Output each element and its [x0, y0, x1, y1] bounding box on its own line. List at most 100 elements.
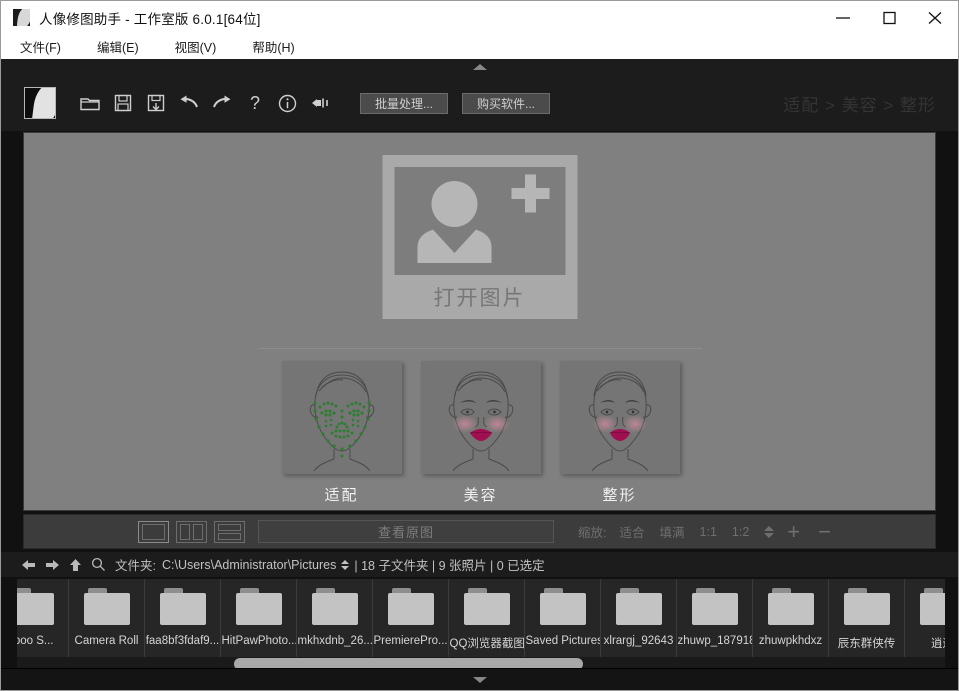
breadcrumb: 适配 > 美容 > 整形: [783, 91, 936, 116]
search-icon[interactable]: [91, 557, 106, 572]
collapse-bottom-button[interactable]: [1, 668, 958, 690]
folder-name: npoo S...: [17, 635, 54, 647]
list-item[interactable]: xlrargj_92643: [601, 579, 677, 657]
folder-icon: [768, 588, 814, 625]
folder-icon: [388, 588, 434, 625]
folder-name: mkhxdnb_26...: [298, 635, 372, 647]
folder-stats: | 18 子文件夹 | 9 张照片 | 0 已选定: [354, 555, 544, 574]
window-title: 人像修图助手 - 工作室版 6.0.1[64位]: [39, 8, 261, 28]
zoom-1to1-option[interactable]: 1:1: [700, 525, 717, 539]
zoom-1to2-option[interactable]: 1:2: [732, 525, 749, 539]
list-item[interactable]: zhuwp_187918: [677, 579, 753, 657]
title-bar: 人像修图助手 - 工作室版 6.0.1[64位]: [1, 1, 958, 34]
help-icon[interactable]: ?: [239, 87, 270, 119]
forward-icon[interactable]: [45, 559, 60, 571]
folder-name: HitPawPhoto...: [222, 635, 296, 647]
face-reshape-icon: [560, 361, 680, 474]
minimize-button[interactable]: [820, 1, 866, 34]
menu-item-help[interactable]: 帮助(H): [252, 37, 294, 56]
undo-icon[interactable]: [173, 87, 204, 119]
folder-name: 辰东群侠传: [838, 635, 896, 651]
save-as-icon[interactable]: [140, 87, 171, 119]
view-single-button[interactable]: [138, 521, 169, 543]
list-item[interactable]: HitPawPhoto...: [221, 579, 297, 657]
folder-icon: [692, 588, 738, 625]
plugin-icon[interactable]: [305, 87, 336, 119]
chevron-down-icon: [341, 566, 349, 570]
back-icon[interactable]: [21, 559, 36, 571]
chevron-up-icon: [341, 560, 349, 564]
view-toolbar: 查看原图 缩放: 适合 填满 1:1 1:2 + −: [23, 514, 936, 549]
list-item[interactable]: npoo S...: [17, 579, 69, 657]
batch-process-button[interactable]: 批量处理...: [360, 93, 448, 114]
zoom-fill-option[interactable]: 填满: [660, 522, 685, 541]
folder-strip[interactable]: npoo S... Camera Roll faa8bf3fdaf9... Hi…: [17, 579, 945, 657]
app-logo-icon: [13, 9, 30, 26]
person-plus-icon: [394, 167, 565, 275]
folder-icon: [84, 588, 130, 625]
up-icon[interactable]: [69, 558, 82, 572]
chevron-down-icon: [764, 533, 774, 538]
folder-icon: [236, 588, 282, 625]
application-window: 人像修图助手 - 工作室版 6.0.1[64位] 文件(F) 编辑(E) 视图(…: [0, 0, 959, 691]
zoom-out-button[interactable]: −: [818, 521, 831, 543]
maximize-button[interactable]: [866, 1, 912, 34]
app-logo-icon: [24, 87, 56, 119]
window-controls: [820, 1, 958, 34]
list-item[interactable]: zhuwpkhdxz: [753, 579, 829, 657]
folder-open-icon[interactable]: [74, 87, 105, 119]
folder-icon: [464, 588, 510, 625]
folder-name: PremierePro...: [374, 635, 448, 647]
folder-icon: [160, 588, 206, 625]
image-canvas[interactable]: 打开图片: [23, 132, 936, 511]
menu-item-view[interactable]: 视图(V): [175, 37, 217, 56]
folder-name: 逍遥: [931, 635, 945, 651]
folder-icon: [312, 588, 358, 625]
zoom-stepper[interactable]: [764, 526, 774, 538]
info-icon[interactable]: [272, 87, 303, 119]
list-item[interactable]: 逍遥: [905, 579, 945, 657]
menu-item-file[interactable]: 文件(F): [20, 37, 61, 56]
view-horizontal-split-button[interactable]: [214, 521, 245, 543]
feature-reshape[interactable]: 整形: [560, 361, 680, 505]
folder-icon: [616, 588, 662, 625]
list-item[interactable]: Saved Pictures: [525, 579, 601, 657]
folder-icon: [920, 588, 946, 625]
folder-name: QQ浏览器截图: [450, 635, 524, 651]
folder-icon: [844, 588, 890, 625]
list-item[interactable]: PremierePro...: [373, 579, 449, 657]
open-image-label: 打开图片: [434, 282, 526, 312]
feature-beauty-label: 美容: [421, 484, 541, 505]
list-item[interactable]: mkhxdnb_26...: [297, 579, 373, 657]
list-item[interactable]: Camera Roll: [69, 579, 145, 657]
folder-name: zhuwp_187918: [678, 635, 752, 647]
folder-icon: [540, 588, 586, 625]
zoom-fit-option[interactable]: 适合: [619, 522, 644, 541]
collapse-top-button[interactable]: [1, 59, 958, 75]
folder-label: 文件夹:: [115, 555, 156, 574]
path-bar: 文件夹: C:\Users\Administrator\Pictures | 1…: [1, 552, 958, 577]
zoom-in-button[interactable]: +: [787, 521, 800, 543]
menu-bar: 文件(F) 编辑(E) 视图(V) 帮助(H): [1, 34, 958, 59]
folder-path[interactable]: C:\Users\Administrator\Pictures: [162, 558, 336, 572]
folder-name: zhuwpkhdxz: [759, 635, 822, 647]
save-icon[interactable]: [107, 87, 138, 119]
view-original-button[interactable]: 查看原图: [258, 520, 554, 543]
redo-icon[interactable]: [206, 87, 237, 119]
list-item[interactable]: 辰东群侠传: [829, 579, 905, 657]
list-item[interactable]: faa8bf3fdaf9...: [145, 579, 221, 657]
menu-item-edit[interactable]: 编辑(E): [97, 37, 139, 56]
folder-icon: [17, 588, 54, 625]
open-image-button[interactable]: 打开图片: [382, 155, 577, 319]
folder-name: Camera Roll: [75, 635, 139, 647]
buy-software-button[interactable]: 购买软件...: [462, 93, 550, 114]
close-button[interactable]: [912, 1, 958, 34]
chevron-down-icon: [473, 677, 487, 683]
chevron-up-icon: [764, 526, 774, 531]
view-vertical-split-button[interactable]: [176, 521, 207, 543]
feature-adapt[interactable]: 适配: [282, 361, 402, 505]
feature-beauty[interactable]: 美容: [421, 361, 541, 505]
main-toolbar: ? 批量处理... 购买软件... 适配 > 美容 > 整形: [1, 75, 958, 131]
list-item[interactable]: QQ浏览器截图: [449, 579, 525, 657]
path-dropdown-stepper[interactable]: [341, 560, 349, 570]
